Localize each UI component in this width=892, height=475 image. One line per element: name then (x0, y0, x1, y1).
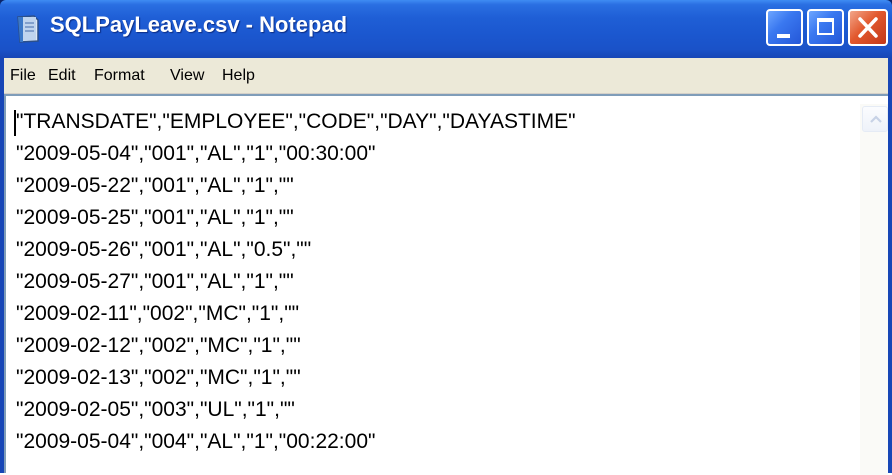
maximize-button[interactable] (807, 9, 844, 46)
text-editor[interactable]: "TRANSDATE","EMPLOYEE","CODE","DAY","DAY… (4, 94, 888, 475)
menu-edit[interactable]: Edit (48, 67, 76, 85)
document-line: "2009-05-25","001","AL","1","" (16, 206, 294, 229)
menu-view[interactable]: View (170, 67, 204, 85)
minimize-icon (777, 34, 790, 38)
document-line: "TRANSDATE","EMPLOYEE","CODE","DAY","DAY… (16, 110, 576, 133)
document-line: "2009-05-27","001","AL","1","" (16, 270, 294, 293)
close-button[interactable] (848, 9, 888, 46)
chevron-up-icon (870, 115, 882, 123)
document-text[interactable]: "TRANSDATE","EMPLOYEE","CODE","DAY","DAY… (16, 106, 856, 458)
window-frame-right (888, 58, 892, 473)
document-line: "2009-02-11","002","MC","1","" (16, 302, 300, 325)
document-line: "2009-02-13","002","MC","1","" (16, 366, 301, 389)
maximize-icon (817, 18, 834, 35)
close-icon (850, 11, 886, 44)
document-line: "2009-02-12","002","MC","1","" (16, 334, 301, 357)
notepad-icon[interactable] (14, 14, 42, 44)
menu-format[interactable]: Format (94, 67, 145, 85)
minimize-button[interactable] (766, 9, 803, 46)
title-bar[interactable]: SQLPayLeave.csv - Notepad (0, 0, 892, 58)
vertical-scrollbar[interactable] (860, 104, 888, 475)
menu-bar: File Edit Format View Help (4, 58, 888, 94)
menu-file[interactable]: File (10, 67, 36, 85)
document-line: "2009-05-22","001","AL","1","" (16, 174, 294, 197)
menu-help[interactable]: Help (222, 67, 255, 85)
notepad-window: SQLPayLeave.csv - Notepad File Edit Form… (0, 0, 892, 475)
window-title: SQLPayLeave.csv - Notepad (50, 12, 348, 37)
scroll-up-button[interactable] (862, 106, 888, 132)
document-line: "2009-05-04","004","AL","1","00:22:00" (16, 430, 376, 453)
document-line: "2009-02-05","003","UL","1","" (16, 398, 295, 421)
document-line: "2009-05-26","001","AL","0.5","" (16, 238, 312, 261)
document-line: "2009-05-04","001","AL","1","00:30:00" (16, 142, 376, 165)
